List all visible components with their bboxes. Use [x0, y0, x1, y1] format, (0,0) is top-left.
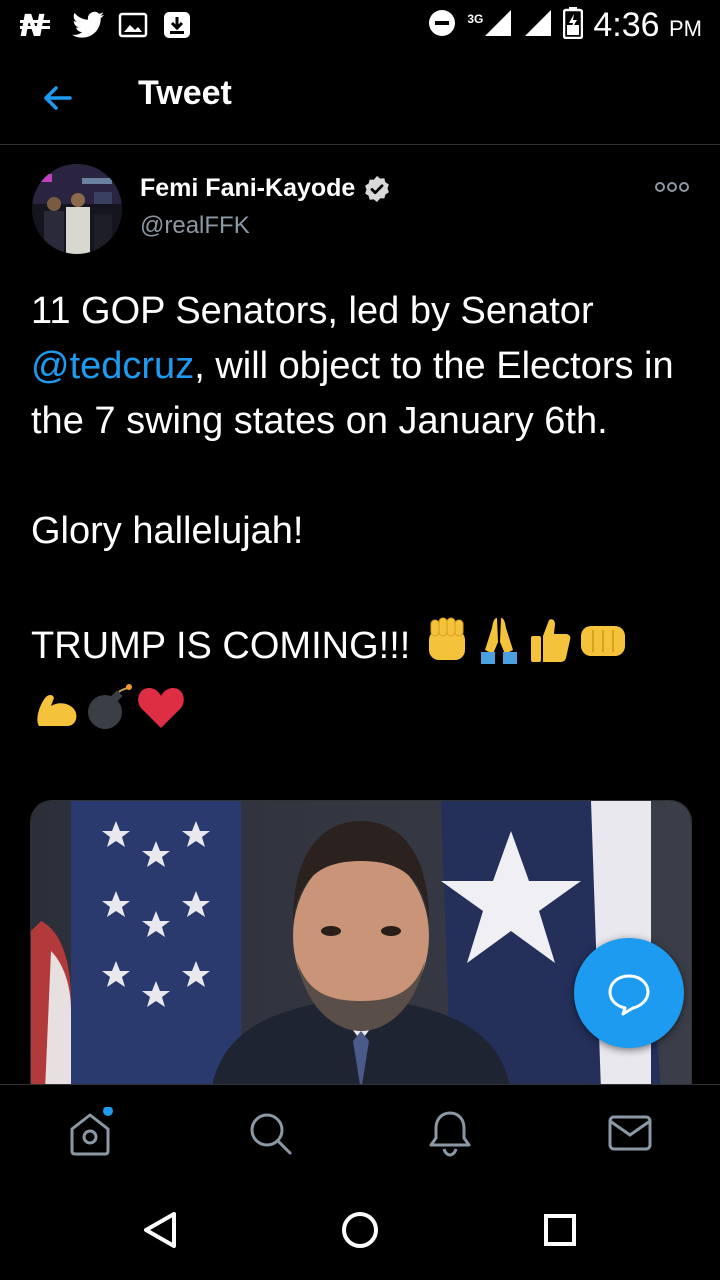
- image-icon: [118, 11, 148, 44]
- more-options-button[interactable]: [654, 180, 690, 194]
- tweet-paragraph-1: 11 GOP Senators, led by Senator @tedcruz…: [31, 284, 691, 449]
- author-name-text: Femi Fani-Kayode: [140, 174, 356, 202]
- oncoming-fist-emoji: [577, 614, 629, 682]
- tweet-paragraph-2: Glory hallelujah!: [31, 510, 304, 552]
- system-home-button[interactable]: [340, 1210, 380, 1250]
- tweet-text: 11 GOP Senators, led by Senator @tedcruz…: [31, 284, 691, 750]
- nav-messages[interactable]: [604, 1107, 656, 1159]
- recents-square-icon: [544, 1214, 576, 1246]
- page-title: Tweet: [138, 74, 232, 112]
- raised-fist-emoji: [421, 614, 473, 682]
- home-circle-icon: [342, 1212, 378, 1248]
- naira-icon: N: [20, 9, 58, 45]
- compose-reply-icon: [608, 974, 650, 1016]
- system-navigation-bar: [0, 1180, 720, 1280]
- system-status: 3G 4:36 PM: [427, 6, 702, 45]
- bomb-emoji: [83, 682, 135, 750]
- thumbs-up-emoji: [525, 614, 577, 682]
- mail-icon: [608, 1115, 652, 1151]
- nav-notifications[interactable]: [424, 1107, 476, 1159]
- more-horizontal-icon: [655, 182, 689, 192]
- clock-time: 4:36: [593, 6, 660, 44]
- verified-badge-icon: [365, 175, 390, 202]
- avatar[interactable]: [32, 164, 122, 254]
- home-icon: [70, 1106, 113, 1156]
- battery-icon: [563, 7, 584, 44]
- bottom-navigation: [0, 1084, 720, 1181]
- bell-icon: [429, 1111, 471, 1157]
- signal-icon: [523, 8, 553, 43]
- nav-search[interactable]: [244, 1107, 296, 1159]
- do-not-disturb-icon: [427, 8, 457, 43]
- tweet-text-line1: 11 GOP Senators, led by Senator: [31, 290, 594, 332]
- tweet-paragraph-3-text: TRUMP IS COMING!!!: [31, 625, 411, 668]
- system-back-button[interactable]: [140, 1210, 180, 1250]
- signal-icon: [483, 8, 513, 43]
- twitter-bird-icon: [72, 11, 104, 44]
- clock-period: PM: [669, 16, 702, 41]
- tweet-paragraph-3: TRUMP IS COMING!!!: [31, 614, 691, 750]
- clock: 4:36 PM: [593, 6, 702, 45]
- system-recents-button[interactable]: [540, 1210, 580, 1250]
- compose-reply-button[interactable]: [574, 938, 684, 1048]
- back-triangle-icon: [144, 1212, 176, 1248]
- download-icon: [162, 10, 192, 45]
- notification-icons: N: [20, 9, 192, 45]
- author-handle[interactable]: @realFFK: [140, 212, 250, 240]
- author-name[interactable]: Femi Fani-Kayode: [140, 174, 391, 203]
- network-type-label: 3G: [467, 11, 484, 26]
- status-bar: N 3G 4:36 PM: [0, 0, 720, 52]
- search-icon: [250, 1113, 292, 1155]
- red-heart-emoji: [135, 682, 187, 750]
- arrow-left-icon: [44, 86, 72, 110]
- flexed-biceps-emoji: [31, 682, 83, 750]
- app-bar: Tweet: [0, 52, 720, 145]
- nav-home[interactable]: [64, 1106, 116, 1159]
- mention-link[interactable]: @tedcruz: [31, 345, 194, 387]
- svg-text:N: N: [20, 10, 45, 40]
- folded-hands-emoji: [473, 614, 525, 682]
- back-button[interactable]: [36, 76, 80, 120]
